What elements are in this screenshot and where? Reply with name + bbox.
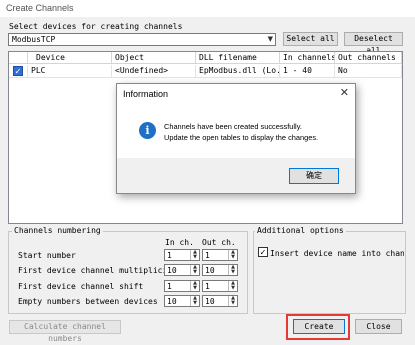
create-button[interactable]: Create bbox=[293, 319, 345, 334]
stepper-value: 1 bbox=[167, 251, 172, 260]
header-dll: DLL filename bbox=[196, 52, 280, 64]
additional-options-title: Additional options bbox=[255, 226, 346, 235]
col-in-header: In ch. bbox=[165, 238, 194, 247]
shift-label: First device channel shift bbox=[18, 282, 144, 291]
deselect-all-button[interactable]: Deselect all bbox=[344, 32, 403, 55]
spin-arrows-icon[interactable]: ▲ ▼ bbox=[228, 265, 237, 275]
row-checkbox[interactable]: ✓ bbox=[13, 66, 23, 76]
spin-arrows-icon[interactable]: ▲ ▼ bbox=[228, 296, 237, 306]
multiplicity-out-stepper[interactable]: 10 ▲ ▼ bbox=[202, 264, 238, 276]
header-object: Object bbox=[112, 52, 196, 64]
stepper-value: 1 bbox=[205, 251, 210, 260]
stepper-value: 10 bbox=[167, 266, 177, 275]
ok-button[interactable]: 确定 bbox=[289, 168, 339, 184]
close-icon[interactable]: ✕ bbox=[340, 86, 349, 99]
spin-arrows-icon[interactable]: ▲ ▼ bbox=[190, 250, 199, 260]
spin-arrows-icon[interactable]: ▲ ▼ bbox=[190, 281, 199, 291]
cell-device[interactable]: PLC bbox=[28, 65, 112, 78]
cell-in-channels[interactable]: 1 - 40 bbox=[280, 65, 335, 78]
close-button[interactable]: Close bbox=[355, 319, 402, 334]
shift-out-stepper[interactable]: 1 ▲ ▼ bbox=[202, 280, 238, 292]
window-title: Create Channels bbox=[6, 3, 74, 13]
start-number-out-stepper[interactable]: 1 ▲ ▼ bbox=[202, 249, 238, 261]
calculate-channel-numbers-button[interactable]: Calculate channel numbers bbox=[9, 320, 121, 343]
stepper-value: 10 bbox=[205, 297, 215, 306]
additional-options-group bbox=[253, 231, 406, 314]
dialog-title: Information bbox=[123, 89, 169, 99]
insert-name-checkbox[interactable]: ✓ bbox=[258, 247, 268, 257]
stepper-value: 1 bbox=[167, 282, 172, 291]
col-out-header: Out ch. bbox=[202, 238, 236, 247]
header-device: Device bbox=[28, 52, 112, 64]
spin-arrows-icon[interactable]: ▲ ▼ bbox=[190, 296, 199, 306]
protocol-value: ModbusTCP bbox=[12, 35, 56, 44]
table-row-checkbox-cell: ✓ bbox=[9, 65, 28, 78]
cell-dll[interactable]: EpModbus.dll (Lo... bbox=[196, 65, 280, 78]
stepper-value: 1 bbox=[205, 282, 210, 291]
multiplicity-label: First device channel multiplicity bbox=[18, 266, 177, 275]
spin-arrows-icon[interactable]: ▲ ▼ bbox=[190, 265, 199, 275]
spin-arrows-icon[interactable]: ▲ ▼ bbox=[228, 281, 237, 291]
dialog-message-line2: Update the open tables to display the ch… bbox=[164, 133, 319, 142]
protocol-dropdown[interactable]: ModbusTCP ▼ bbox=[8, 33, 276, 46]
start-number-in-stepper[interactable]: 1 ▲ ▼ bbox=[164, 249, 200, 261]
cell-object[interactable]: <Undefined> bbox=[112, 65, 196, 78]
stepper-value: 10 bbox=[205, 266, 215, 275]
cell-out-channels[interactable]: No bbox=[335, 65, 402, 78]
empty-numbers-label: Empty numbers between devices bbox=[18, 297, 158, 306]
header-out-channels: Out channels bbox=[335, 52, 402, 64]
start-number-label: Start number bbox=[18, 251, 76, 260]
empty-numbers-in-stepper[interactable]: 10 ▲ ▼ bbox=[164, 295, 200, 307]
empty-numbers-out-stepper[interactable]: 10 ▲ ▼ bbox=[202, 295, 238, 307]
information-dialog: Information ✕ i Channels have been creat… bbox=[116, 83, 356, 194]
channels-numbering-title: Channels numbering bbox=[12, 226, 103, 235]
spin-arrows-icon[interactable]: ▲ ▼ bbox=[228, 250, 237, 260]
info-icon: i bbox=[139, 122, 156, 139]
insert-name-label: Insert device name into channel na bbox=[270, 249, 404, 258]
header-checkbox-col bbox=[9, 52, 28, 64]
select-all-button[interactable]: Select all bbox=[283, 32, 338, 46]
header-in-channels: In channels bbox=[280, 52, 335, 64]
chevron-down-icon: ▼ bbox=[267, 35, 273, 43]
multiplicity-in-stepper[interactable]: 10 ▲ ▼ bbox=[164, 264, 200, 276]
stepper-value: 10 bbox=[167, 297, 177, 306]
shift-in-stepper[interactable]: 1 ▲ ▼ bbox=[164, 280, 200, 292]
dialog-message-line1: Channels have been created successfully. bbox=[164, 122, 302, 131]
select-devices-label: Select devices for creating channels bbox=[9, 22, 183, 31]
